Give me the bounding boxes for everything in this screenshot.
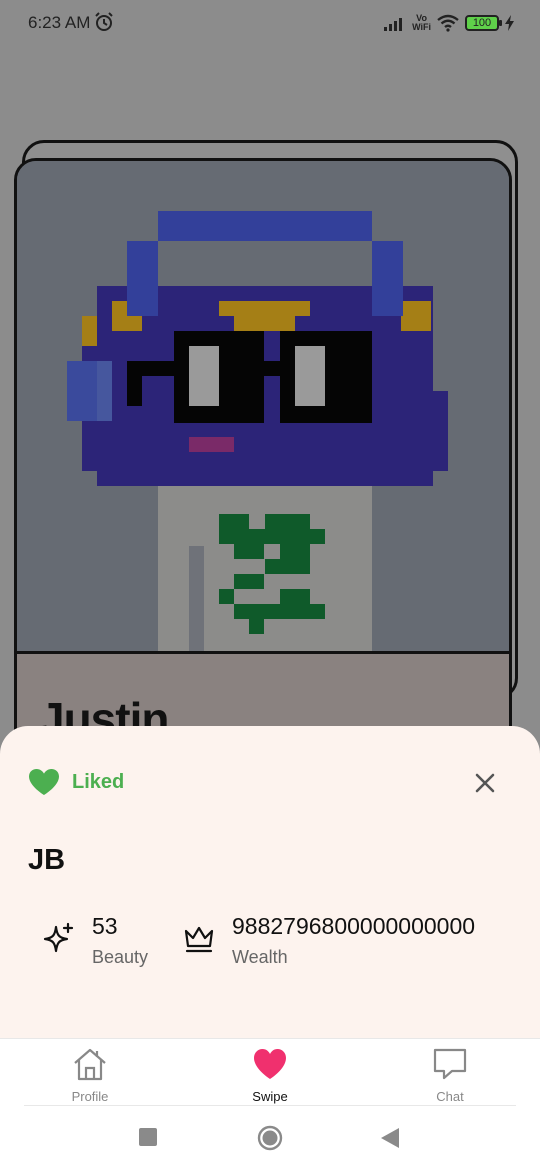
heart-icon bbox=[29, 769, 59, 795]
match-sheet: Liked JB 53 Beauty 9882796800000000000 W… bbox=[0, 726, 540, 1038]
alarm-icon bbox=[95, 12, 113, 31]
status-time: 6:23 AM bbox=[28, 13, 91, 32]
wifi-icon bbox=[437, 14, 459, 32]
beauty-label: Beauty bbox=[92, 947, 149, 967]
nav-item-chat[interactable]: Chat bbox=[390, 1039, 510, 1107]
nav-label-profile: Profile bbox=[71, 1089, 109, 1104]
home-button[interactable] bbox=[257, 1125, 283, 1151]
recents-button[interactable] bbox=[139, 1128, 157, 1146]
bottom-nav: Profile Swipe Chat bbox=[0, 1038, 540, 1106]
profile-card[interactable]: Justin bbox=[14, 158, 512, 778]
system-nav bbox=[0, 1106, 540, 1170]
sparkle-icon bbox=[43, 922, 74, 953]
battery-icon: 100 bbox=[465, 15, 502, 31]
nav-label-chat: Chat bbox=[436, 1089, 464, 1104]
status-icons: Vo WiFi 100 bbox=[384, 12, 514, 34]
heart-icon bbox=[254, 1049, 286, 1079]
beauty-stat: 53 Beauty bbox=[42, 911, 172, 971]
nav-label-swipe: Swipe bbox=[252, 1089, 288, 1104]
wealth-label: Wealth bbox=[232, 947, 288, 967]
vowifi-bottom: WiFi bbox=[412, 22, 431, 32]
liked-label: Liked bbox=[72, 771, 125, 793]
nav-item-profile[interactable]: Profile bbox=[30, 1039, 150, 1107]
status-bar: 6:23 AM Vo WiFi 100 bbox=[0, 0, 540, 46]
chat-icon bbox=[433, 1048, 467, 1080]
wealth-value: 9882796800000000000 bbox=[232, 913, 476, 939]
nav-item-swipe[interactable]: Swipe bbox=[210, 1039, 330, 1107]
crown-icon bbox=[184, 926, 214, 953]
vowifi-indicator: Vo WiFi bbox=[412, 14, 431, 32]
signal-icon bbox=[384, 18, 403, 31]
beauty-value: 53 bbox=[92, 913, 118, 939]
close-icon[interactable] bbox=[470, 768, 500, 798]
back-button[interactable] bbox=[381, 1128, 399, 1148]
pixel-avatar bbox=[17, 161, 509, 651]
charging-icon bbox=[505, 15, 514, 31]
home-icon bbox=[74, 1048, 106, 1081]
wealth-stat: 9882796800000000000 Wealth bbox=[182, 911, 522, 971]
profile-name: JB bbox=[28, 844, 66, 876]
